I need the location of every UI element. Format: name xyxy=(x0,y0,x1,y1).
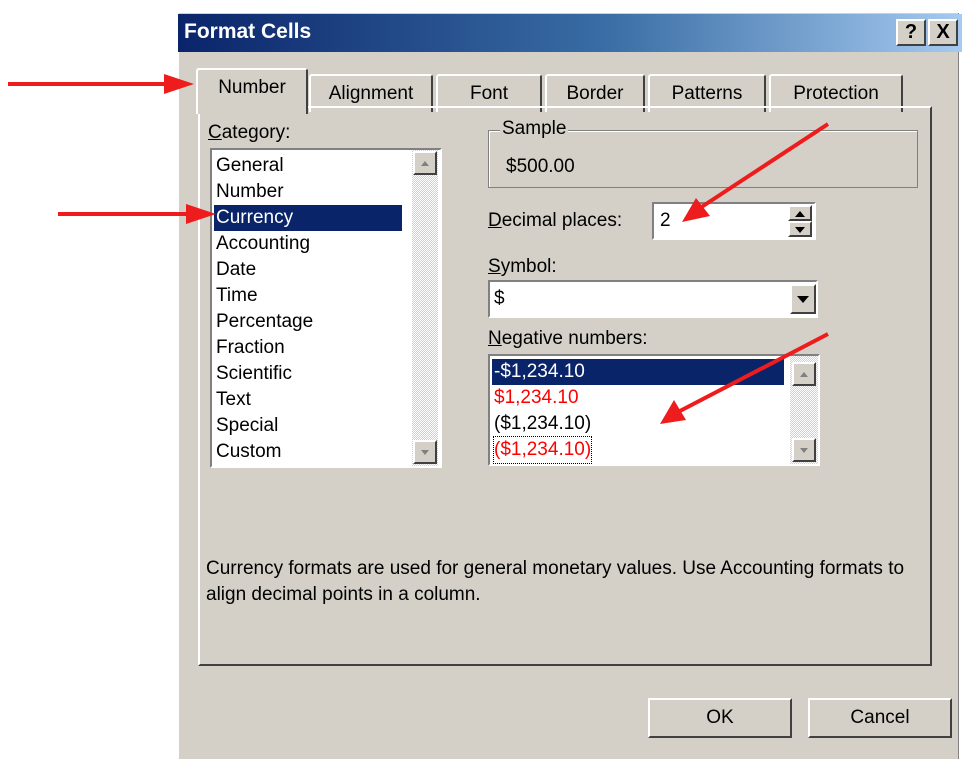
annotation-arrow-negative-numbers xyxy=(660,332,829,424)
annotation-arrows xyxy=(8,74,830,424)
annotation-arrow-currency xyxy=(58,204,216,224)
annotation-arrow-number-tab xyxy=(8,74,194,94)
screenshot: Format Cells ? X Number Alignment Font B… xyxy=(0,0,962,760)
annotation-arrow-decimal-places xyxy=(682,122,830,222)
